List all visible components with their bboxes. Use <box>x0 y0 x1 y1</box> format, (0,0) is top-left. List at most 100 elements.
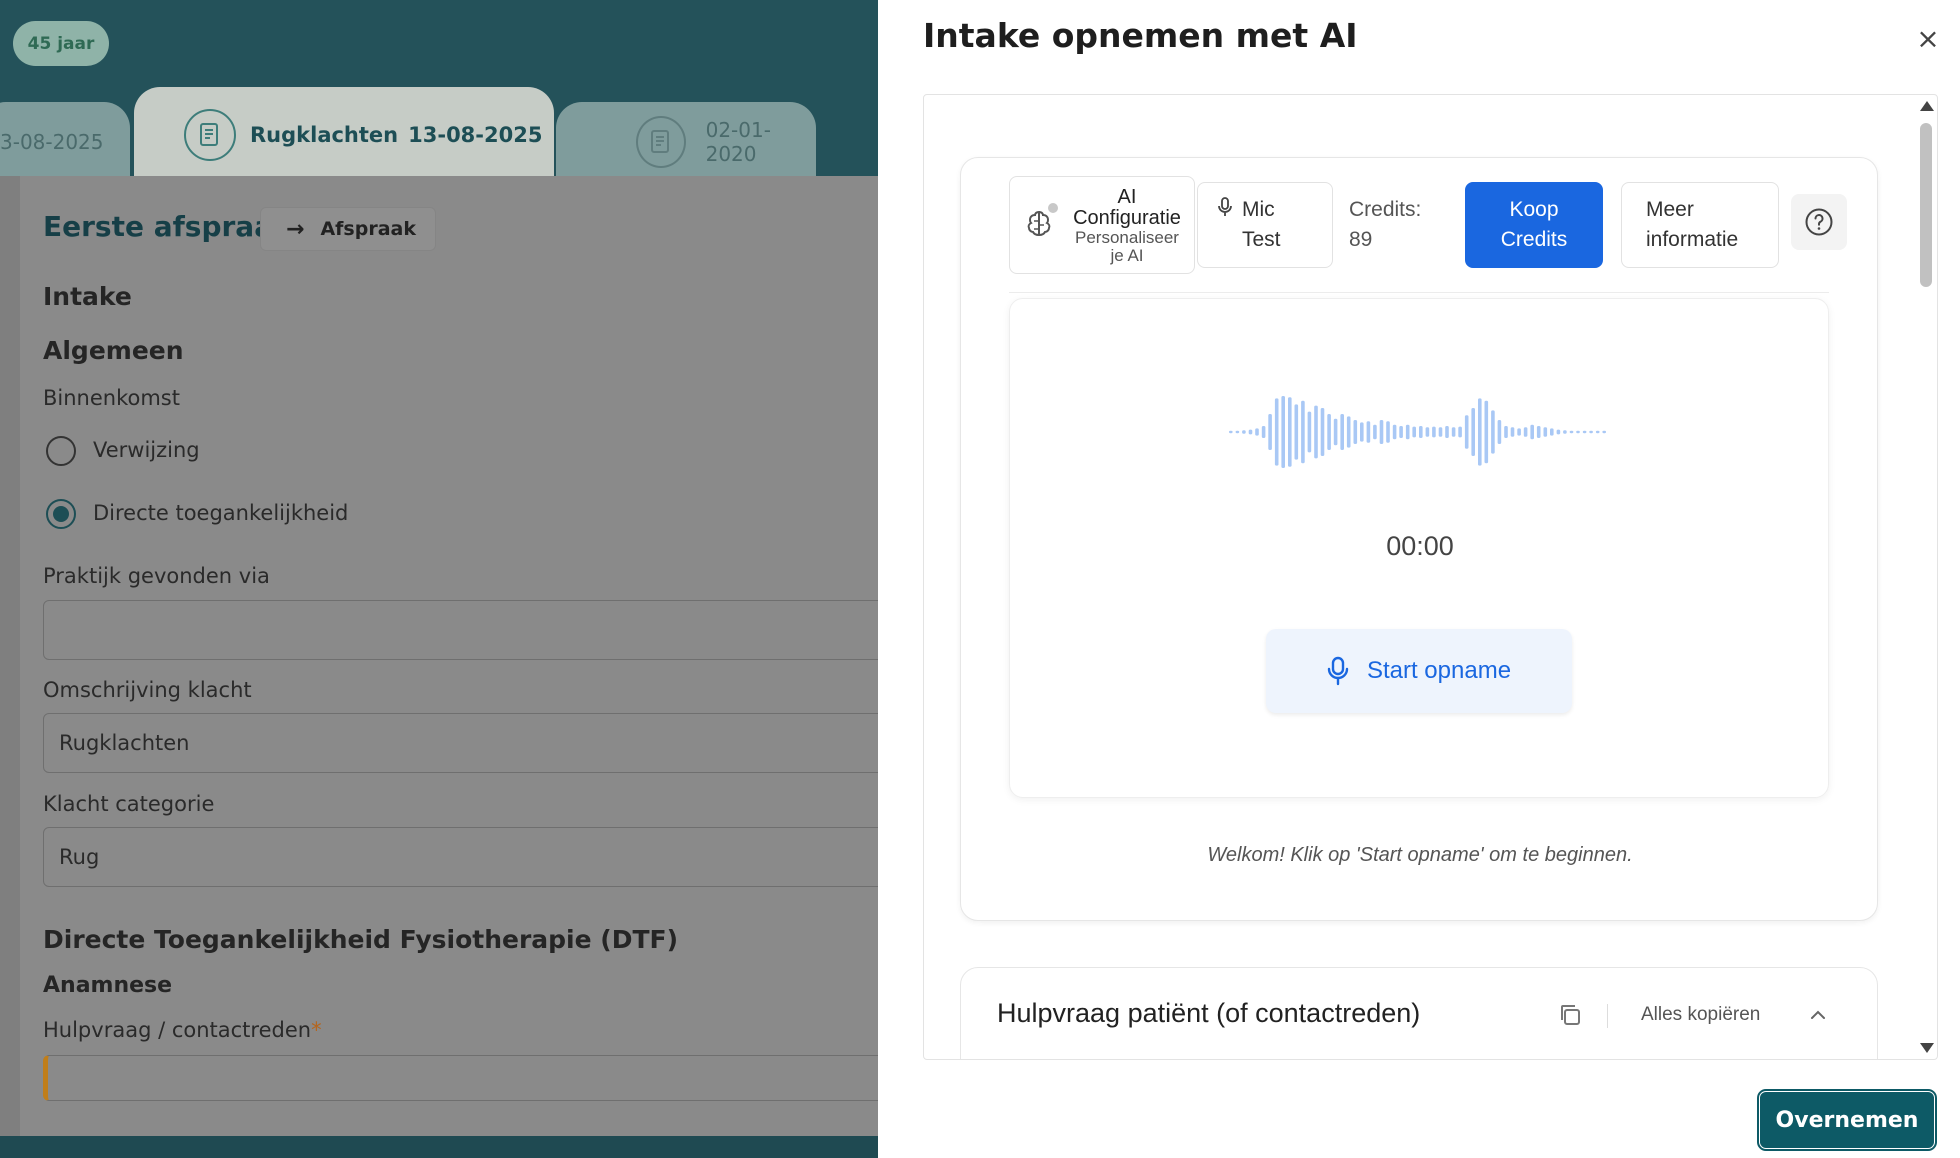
waveform-bar <box>1478 398 1482 466</box>
waveform-bar <box>1589 430 1593 434</box>
waveform-bar <box>1517 428 1521 436</box>
waveform-bar <box>1353 420 1358 444</box>
welcome-message: Welkom! Klik op 'Start opname' om te beg… <box>1207 844 1633 866</box>
hulpvraag-label-text: Hulpvraag / contactreden <box>43 1018 312 1042</box>
bottom-bar <box>0 1136 878 1158</box>
waveform-bar <box>1386 421 1390 443</box>
required-marker: * <box>311 1018 322 1042</box>
waveform-bar <box>1327 414 1331 450</box>
recorder-panel: 00:00 Start opname <box>1009 298 1829 798</box>
more-info-label: Meer informatie <box>1646 195 1738 255</box>
meer-line2: informatie <box>1646 228 1739 251</box>
more-info-button[interactable]: Meer informatie <box>1621 182 1779 268</box>
waveform-bar <box>1543 427 1548 437</box>
waveform-bar <box>1556 429 1561 435</box>
chevron-up-icon[interactable] <box>1807 1004 1829 1026</box>
drawer-title: Intake opnemen met AI <box>923 16 1358 55</box>
toolbar-divider <box>1009 292 1829 293</box>
waveform-bar <box>1307 411 1312 453</box>
waveform-bar <box>1497 420 1502 444</box>
waveform-bar <box>1445 426 1449 438</box>
praktijk-field[interactable] <box>43 600 878 660</box>
intake-heading: Intake <box>43 282 132 311</box>
tab-title: Rugklachten <box>250 122 399 147</box>
scrollbar[interactable] <box>1915 95 1937 1059</box>
recorder-card: AI Configuratie Personaliseer je AI Mic T… <box>960 157 1878 921</box>
radio-verwijzing[interactable] <box>46 436 76 466</box>
waveform-bar <box>1425 427 1430 437</box>
categorie-field[interactable]: Rug <box>43 827 878 887</box>
divider <box>1607 1004 1608 1028</box>
drawer-scroll-pane[interactable]: AI Configuratie Personaliseer je AI Mic T… <box>923 94 1938 1060</box>
patient-record-background: 45 jaar 3-08-2025 02-01-2020 Rugklachten… <box>0 0 878 1158</box>
koop-line1: Koop <box>1509 198 1559 221</box>
waveform-bar <box>1366 421 1371 443</box>
waveform-bar <box>1301 400 1305 464</box>
hulpvraag-label: Hulpvraag / contactreden* <box>43 1018 322 1042</box>
waveform-bar <box>1471 408 1475 456</box>
hulpvraag-field[interactable] <box>43 1055 878 1101</box>
afspraak-button-label: Afspraak <box>320 218 416 240</box>
waveform-bar <box>1248 429 1253 435</box>
buy-credits-button[interactable]: Koop Credits <box>1465 182 1603 268</box>
ai-config-button[interactable]: AI Configuratie Personaliseer je AI <box>1009 176 1195 274</box>
ai-intake-drawer: Intake opnemen met AI × AI Configuratie … <box>878 0 1960 1158</box>
waveform-bar <box>1510 427 1515 437</box>
waveform-bar <box>1314 405 1318 459</box>
help-button[interactable] <box>1791 194 1847 250</box>
scroll-up-arrow-icon[interactable] <box>1920 101 1934 111</box>
binnenkomst-label: Binnenkomst <box>43 386 180 410</box>
ai-config-sub1: Personaliseer <box>1075 228 1179 247</box>
scrollbar-thumb[interactable] <box>1920 123 1932 287</box>
mic-icon <box>1218 197 1232 216</box>
praktijk-label: Praktijk gevonden via <box>43 564 270 588</box>
waveform-bar <box>1268 414 1272 450</box>
tab-episode-active[interactable]: Rugklachten 13-08-2025 <box>134 87 554 182</box>
copy-icon[interactable] <box>1557 1002 1583 1028</box>
waveform-bar <box>1602 430 1606 434</box>
overnemen-button[interactable]: Overnemen <box>1757 1089 1937 1151</box>
waveform-bar <box>1235 430 1240 434</box>
tab-episode-2020[interactable]: 02-01-2020 <box>556 102 816 182</box>
waveform-bar <box>1373 424 1377 440</box>
mic-test-button[interactable]: Mic Test <box>1197 182 1333 268</box>
waveform-bar <box>1412 426 1416 438</box>
mic-test-label: Mic Test <box>1242 195 1281 255</box>
help-circle-icon <box>1805 208 1833 236</box>
waveform-bar <box>1320 408 1325 456</box>
ai-config-line1: AI <box>1117 186 1137 208</box>
waveform-bar <box>1340 414 1344 450</box>
copy-all-button[interactable]: Alles kopiëren <box>1641 1004 1760 1026</box>
waveform-bar <box>1491 410 1495 454</box>
ai-config-text: AI Configuratie Personaliseer je AI <box>1062 187 1192 265</box>
waveform-bar <box>1405 424 1410 440</box>
waveform-bar <box>1432 426 1436 438</box>
mic-line2: Test <box>1242 228 1281 251</box>
waveform-bar <box>1288 397 1292 467</box>
buy-credits-label: Koop Credits <box>1501 195 1568 255</box>
omschrijving-field[interactable]: Rugklachten <box>43 713 878 773</box>
close-icon[interactable]: × <box>1912 22 1944 55</box>
radio-dot <box>53 506 69 522</box>
scroll-down-arrow-icon[interactable] <box>1920 1043 1934 1053</box>
arrow-right-icon: → <box>286 216 305 242</box>
radio-directe-toegankelijkheid[interactable] <box>46 499 76 529</box>
waveform-bar <box>1255 428 1259 436</box>
tab-episode-previous[interactable]: 3-08-2025 <box>0 102 130 182</box>
status-dot <box>1048 203 1058 213</box>
start-recording-button[interactable]: Start opname <box>1266 629 1572 713</box>
waveform-bar <box>1451 427 1456 437</box>
mic-line1: Mic <box>1242 198 1275 221</box>
afspraak-button[interactable]: → Afspraak <box>260 207 436 251</box>
meer-line1: Meer <box>1646 198 1694 221</box>
credits-label: Credits: <box>1349 198 1422 221</box>
recording-timer: 00:00 <box>1386 531 1454 561</box>
tab-date: 3-08-2025 <box>0 130 104 154</box>
waveform-bar <box>1346 416 1351 448</box>
tab-date: 13-08-2025 <box>408 122 543 147</box>
waveform-bar <box>1333 418 1338 446</box>
credits-display: Credits: 89 <box>1349 182 1421 268</box>
waveform-bar <box>1438 427 1443 437</box>
waveform-bar <box>1229 430 1233 434</box>
waveform-visualization <box>1229 396 1606 468</box>
